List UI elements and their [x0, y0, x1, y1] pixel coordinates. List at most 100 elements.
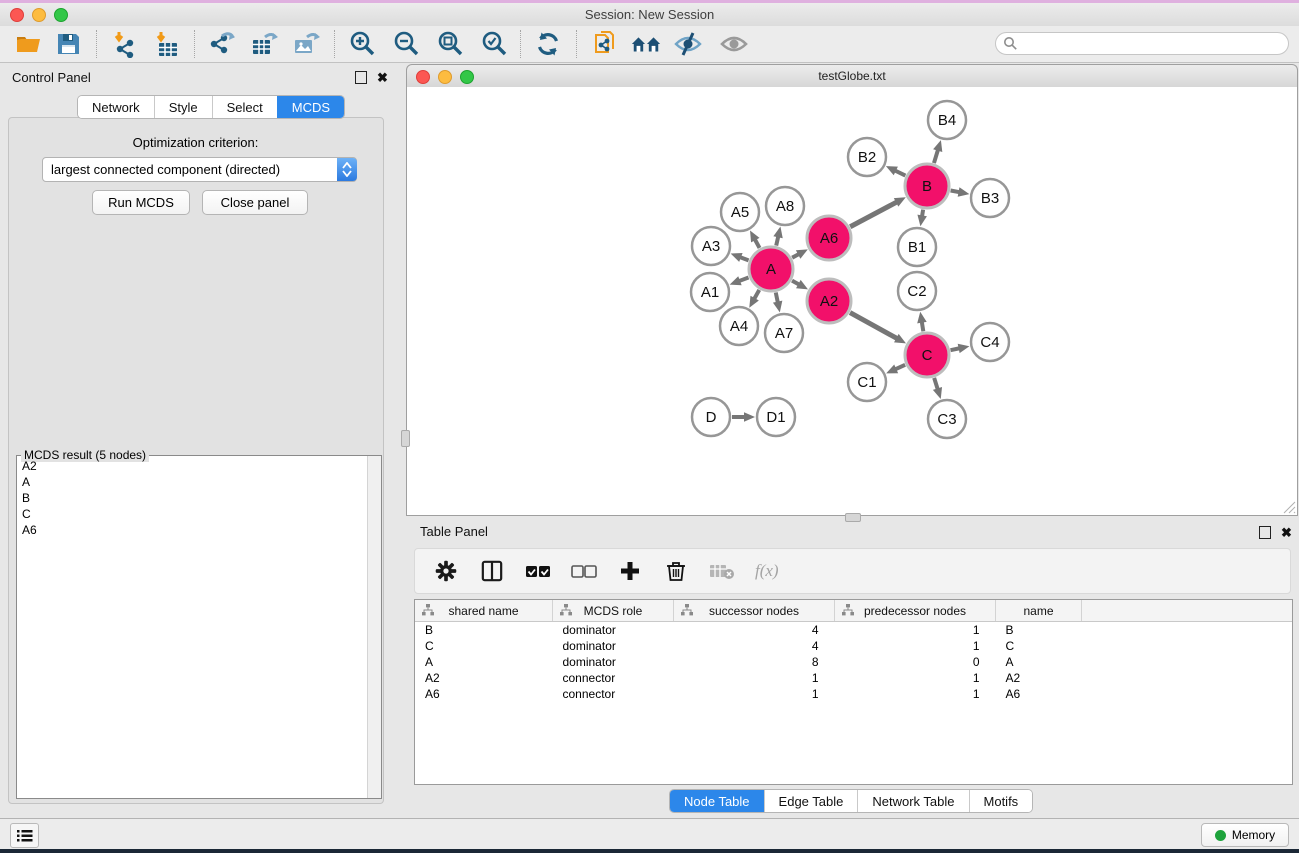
edge-B-B4[interactable]: [934, 150, 938, 163]
search-field[interactable]: [995, 32, 1289, 55]
close-window-icon[interactable]: [416, 70, 430, 84]
cell-successor-nodes[interactable]: 4: [674, 638, 835, 654]
tab-node-table[interactable]: Node Table: [670, 790, 764, 812]
horizontal-splitter-handle[interactable]: [845, 513, 861, 522]
run-mcds-button[interactable]: Run MCDS: [92, 190, 190, 215]
cell-name[interactable]: A: [996, 654, 1082, 670]
tab-style[interactable]: Style: [154, 96, 212, 118]
optimization-criterion-select[interactable]: largest connected component (directed): [42, 157, 357, 182]
resize-grip-icon[interactable]: [1283, 501, 1296, 514]
memory-button[interactable]: Memory: [1201, 823, 1289, 847]
minimize-window-icon[interactable]: [438, 70, 452, 84]
edge-A2-C[interactable]: [850, 313, 897, 339]
node-table-body[interactable]: Bdominator41BCdominator41CAdominator80AA…: [415, 622, 1292, 703]
table-row[interactable]: Adominator80A: [415, 654, 1292, 670]
window-controls[interactable]: [10, 8, 68, 22]
mcds-result-item[interactable]: B: [17, 490, 368, 506]
save-icon[interactable]: [52, 29, 84, 59]
cell-name[interactable]: A6: [996, 686, 1082, 702]
delete-column-icon[interactable]: [663, 558, 689, 584]
cell-shared-name[interactable]: B: [415, 622, 553, 639]
node-table[interactable]: shared nameMCDS rolesuccessor nodesprede…: [414, 599, 1293, 785]
close-panel-icon[interactable]: ✖: [1281, 527, 1292, 538]
cell-successor-nodes[interactable]: 1: [674, 670, 835, 686]
mcds-result-item[interactable]: C: [17, 506, 368, 522]
add-column-icon[interactable]: [617, 558, 643, 584]
mcds-list-scrollbar[interactable]: [367, 456, 381, 798]
cell-MCDS-role[interactable]: connector: [553, 686, 674, 702]
close-panel-button[interactable]: Close panel: [202, 190, 308, 215]
table-row[interactable]: A2connector11A2: [415, 670, 1292, 686]
edge-C-C1[interactable]: [895, 365, 905, 369]
import-network-icon[interactable]: [108, 29, 140, 59]
cell-MCDS-role[interactable]: dominator: [553, 622, 674, 639]
zoom-window-icon[interactable]: [460, 70, 474, 84]
cell-MCDS-role[interactable]: dominator: [553, 654, 674, 670]
cell-shared-name[interactable]: A6: [415, 686, 553, 702]
edge-A-A1[interactable]: [739, 277, 749, 281]
column-header-predecessor-nodes[interactable]: predecessor nodes: [835, 600, 996, 622]
close-panel-icon[interactable]: ✖: [377, 72, 388, 83]
edge-A-A6[interactable]: [792, 254, 799, 258]
close-window-icon[interactable]: [10, 8, 24, 22]
network-canvas[interactable]: B4B2BB3A8A5A6A3B1AA1C2A2A4A7C4CC1C3DD1: [406, 87, 1298, 516]
column-layout-icon[interactable]: [479, 558, 505, 584]
cell-predecessor-nodes[interactable]: 1: [835, 686, 996, 702]
cell-MCDS-role[interactable]: connector: [553, 670, 674, 686]
mcds-result-item[interactable]: A: [17, 474, 368, 490]
export-network-icon[interactable]: [206, 29, 238, 59]
edge-A-A7[interactable]: [776, 293, 778, 303]
vertical-splitter-handle[interactable]: [401, 430, 410, 447]
tab-select[interactable]: Select: [212, 96, 277, 118]
import-table-icon[interactable]: [150, 29, 182, 59]
houses-icon[interactable]: [630, 29, 662, 59]
eye-slash-icon[interactable]: [672, 29, 704, 59]
mcds-result-item[interactable]: A2: [17, 458, 368, 474]
task-history-button[interactable]: [10, 823, 39, 848]
export-table-icon[interactable]: [248, 29, 280, 59]
edge-A-A2[interactable]: [792, 281, 799, 285]
edge-A-A8[interactable]: [776, 236, 778, 245]
cell-successor-nodes[interactable]: 1: [674, 686, 835, 702]
edge-A-A5[interactable]: [755, 239, 760, 248]
zoom-fit-icon[interactable]: [434, 29, 466, 59]
delete-table-icon[interactable]: [709, 558, 735, 584]
settings-gear-icon[interactable]: [433, 558, 459, 584]
zoom-window-icon[interactable]: [54, 8, 68, 22]
network-graph[interactable]: B4B2BB3A8A5A6A3B1AA1C2A2A4A7C4CC1C3DD1: [407, 87, 1297, 515]
function-builder-icon[interactable]: f(x): [755, 561, 779, 581]
deselect-all-icon[interactable]: [571, 558, 597, 584]
tab-motifs[interactable]: Motifs: [969, 790, 1033, 812]
cell-name[interactable]: B: [996, 622, 1082, 639]
edge-B-B2[interactable]: [895, 170, 905, 175]
cell-predecessor-nodes[interactable]: 1: [835, 670, 996, 686]
column-header-shared-name[interactable]: shared name: [415, 600, 553, 622]
edge-B-B1[interactable]: [922, 210, 923, 217]
zoom-out-icon[interactable]: [390, 29, 422, 59]
float-panel-icon[interactable]: [355, 71, 367, 84]
mcds-result-list[interactable]: A2ABCA6: [17, 458, 368, 798]
mcds-result-item[interactable]: A6: [17, 522, 368, 538]
column-header-MCDS-role[interactable]: MCDS role: [553, 600, 674, 622]
column-header-name[interactable]: name: [996, 600, 1082, 622]
cell-predecessor-nodes[interactable]: 1: [835, 638, 996, 654]
tab-network[interactable]: Network: [78, 96, 154, 118]
edge-C-C3[interactable]: [934, 378, 938, 390]
tab-edge-table[interactable]: Edge Table: [764, 790, 858, 812]
edge-A-A4[interactable]: [754, 290, 759, 299]
edge-A-A3[interactable]: [740, 257, 749, 260]
column-header-successor-nodes[interactable]: successor nodes: [674, 600, 835, 622]
edge-A6-B[interactable]: [850, 202, 897, 227]
zoom-selected-icon[interactable]: [478, 29, 510, 59]
table-row[interactable]: Cdominator41C: [415, 638, 1292, 654]
cell-shared-name[interactable]: A: [415, 654, 553, 670]
table-row[interactable]: A6connector11A6: [415, 686, 1292, 702]
node-table-header[interactable]: shared nameMCDS rolesuccessor nodesprede…: [415, 600, 1292, 622]
refresh-icon[interactable]: [532, 29, 564, 59]
edge-B-B3[interactable]: [951, 190, 960, 192]
minimize-window-icon[interactable]: [32, 8, 46, 22]
edge-C-C4[interactable]: [951, 348, 960, 350]
clone-network-icon[interactable]: [590, 29, 622, 59]
cell-successor-nodes[interactable]: 4: [674, 622, 835, 639]
tab-mcds[interactable]: MCDS: [277, 96, 344, 118]
